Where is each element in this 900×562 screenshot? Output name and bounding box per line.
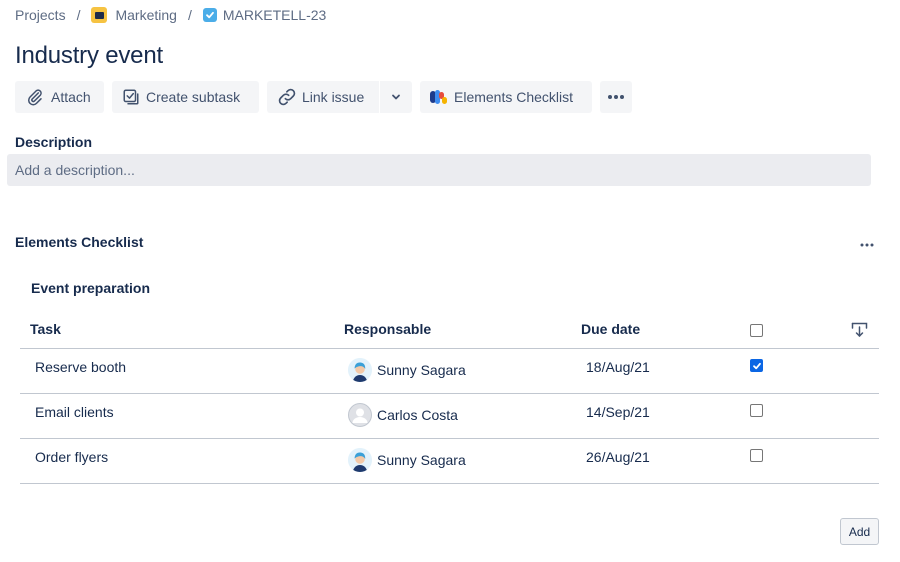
checkbox[interactable] [750,404,763,417]
elements-logo-icon [430,89,448,105]
avatar [348,358,372,382]
create-subtask-label: Create subtask [146,89,241,105]
checkbox[interactable] [750,324,763,337]
download-icon [851,322,868,342]
table-row: Reserve booth Sunny Sagara 18/Aug/21 [20,349,879,394]
more-icon [860,234,874,252]
description-label: Description [15,134,93,150]
due-date[interactable]: 26/Aug/21 [586,449,650,465]
breadcrumb-project[interactable]: Marketing [115,7,176,23]
attach-button[interactable]: Attach [15,81,104,113]
due-date[interactable]: 14/Sep/21 [586,404,650,420]
responsable-cell[interactable]: Carlos Costa [348,403,458,427]
link-issue-button[interactable]: Link issue [267,81,379,113]
responsable-cell[interactable]: Sunny Sagara [348,448,466,472]
link-icon [277,87,297,107]
link-issue-label: Link issue [302,89,365,105]
breadcrumb-separator: / [187,7,192,23]
task-checkbox[interactable] [750,404,763,417]
issue-toolbar: Attach Create subtask Link issue Element… [15,81,632,113]
subtask-icon [122,88,140,106]
elements-checklist-button[interactable]: Elements Checklist [420,81,592,113]
more-actions-button[interactable] [600,81,632,113]
avatar [348,448,372,472]
breadcrumb-issue-key[interactable]: MARKETELL-23 [223,7,326,23]
table-row: Email clients Carlos Costa 14/Sep/21 [20,394,879,439]
breadcrumb: Projects / Marketing / MARKETELL-23 [15,6,326,24]
checkbox[interactable] [750,449,763,462]
elements-checklist-label: Elements Checklist [454,89,574,105]
task-name[interactable]: Order flyers [35,449,108,465]
breadcrumb-separator: / [76,7,81,23]
responsable-cell[interactable]: Sunny Sagara [348,358,466,382]
due-date[interactable]: 18/Aug/21 [586,359,650,375]
checklist-more-button[interactable] [856,233,878,253]
responsable-name: Sunny Sagara [377,452,466,468]
select-all-checkbox[interactable] [750,324,763,337]
more-icon [607,94,625,100]
avatar [348,403,372,427]
description-field[interactable]: Add a description... [7,154,871,186]
link-issue-dropdown-button[interactable] [380,81,412,113]
paperclip-icon [26,88,44,106]
task-checkbox[interactable] [750,359,763,372]
responsable-name: Sunny Sagara [377,362,466,378]
table-row: Order flyers Sunny Sagara 26/Aug/21 [20,439,879,484]
column-header-responsable: Responsable [344,321,432,337]
checklist-group-title: Event preparation [31,280,151,296]
checkbox[interactable] [750,359,763,372]
chevron-down-icon [390,91,402,103]
divider [20,483,879,484]
task-checkbox[interactable] [750,449,763,462]
column-header-due-date: Due date [581,321,641,337]
add-item-button[interactable]: Add [840,518,879,545]
column-header-task: Task [30,321,61,337]
page-title[interactable]: Industry event [15,42,163,70]
responsable-name: Carlos Costa [377,407,458,423]
task-name[interactable]: Email clients [35,404,114,420]
checklist-section-title: Elements Checklist [15,234,144,250]
task-type-icon [202,8,217,22]
export-button[interactable] [851,322,868,343]
project-icon [91,7,108,23]
attach-label: Attach [51,89,91,105]
create-subtask-button[interactable]: Create subtask [112,81,259,113]
breadcrumb-projects[interactable]: Projects [15,7,66,23]
task-name[interactable]: Reserve booth [35,359,126,375]
